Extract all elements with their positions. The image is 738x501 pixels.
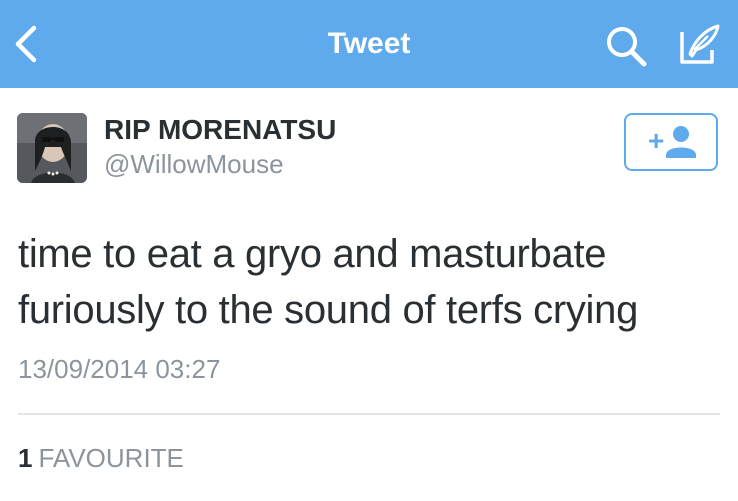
avatar-photo	[17, 113, 87, 183]
favourite-label: FAVOURITE	[38, 443, 184, 473]
favourite-count: 1	[18, 443, 33, 473]
author-handle[interactable]: @WillowMouse	[104, 149, 284, 179]
compose-quill-icon	[680, 24, 720, 64]
tweet-text-line: time to eat a gryo and masturbate	[18, 232, 607, 276]
add-user-icon: +	[648, 125, 696, 158]
divider	[18, 413, 720, 415]
tweet-text-line: furiously to the sound of terfs crying	[18, 288, 639, 332]
compose-button[interactable]	[676, 22, 722, 68]
tweet-text: time to eat a gryo and masturbate furiou…	[18, 226, 718, 338]
search-button[interactable]	[604, 24, 648, 68]
favourites-stat[interactable]: 1 FAVOURITE	[18, 442, 184, 474]
avatar[interactable]	[17, 113, 87, 183]
tweet-timestamp: 13/09/2014 03:27	[18, 354, 221, 384]
author-display-name[interactable]: RIP MORENATSU	[104, 114, 336, 146]
follow-button[interactable]: +	[624, 113, 718, 171]
top-nav-bar: Tweet	[0, 0, 738, 88]
search-icon	[607, 27, 647, 67]
plus-glyph: +	[648, 125, 664, 156]
